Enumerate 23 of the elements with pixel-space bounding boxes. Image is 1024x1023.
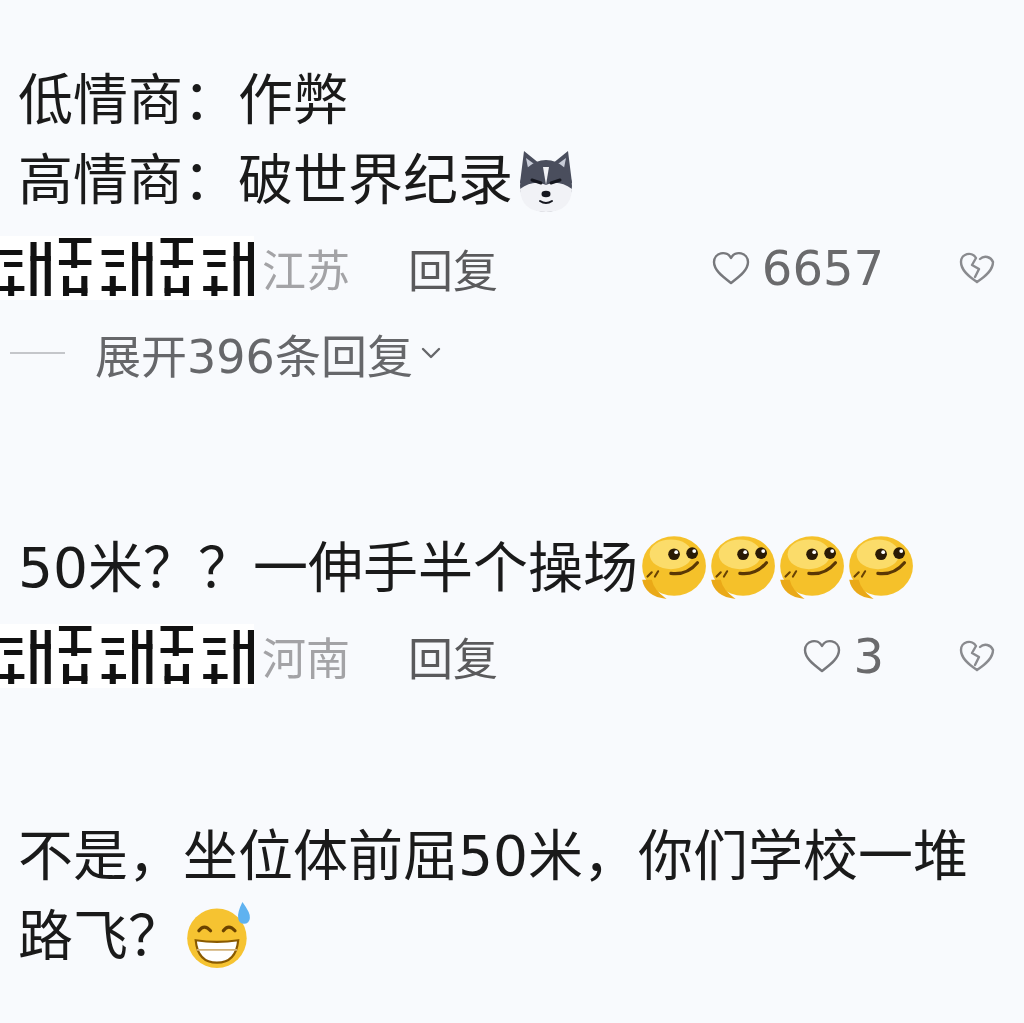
like-button[interactable]: 3 bbox=[803, 628, 884, 684]
smirking-face-icon bbox=[846, 533, 914, 601]
heart-icon bbox=[711, 251, 750, 285]
heart-icon bbox=[803, 639, 842, 673]
location-text: 河南 bbox=[262, 633, 350, 687]
indent-line bbox=[10, 352, 65, 354]
reply-button[interactable]: 回复 bbox=[408, 235, 498, 301]
broken-heart-icon[interactable] bbox=[959, 252, 995, 284]
like-button[interactable]: 6657 bbox=[711, 240, 884, 296]
expand-replies-button[interactable]: 展开396条回复 bbox=[95, 320, 441, 386]
grinning-sweat-face-icon bbox=[184, 901, 252, 969]
comment-text: 路飞？ bbox=[18, 904, 183, 968]
smirking-face-icon bbox=[639, 533, 707, 601]
comment-text: 不是，坐位体前屈50米，你们学校一堆 bbox=[18, 824, 968, 888]
comment-text: 50米？？一伸手半个操场 bbox=[18, 536, 638, 600]
chevron-down-icon bbox=[420, 347, 441, 359]
location-text: 江苏 bbox=[262, 245, 350, 299]
broken-heart-icon[interactable] bbox=[959, 640, 995, 672]
smirking-face-icon bbox=[708, 533, 776, 601]
comment-text: 高情商：破世界纪录 bbox=[18, 148, 513, 212]
reply-button[interactable]: 回复 bbox=[408, 623, 498, 689]
comment-text: 低情商：作弊 bbox=[18, 68, 348, 132]
smirking-face-icon bbox=[777, 533, 845, 601]
